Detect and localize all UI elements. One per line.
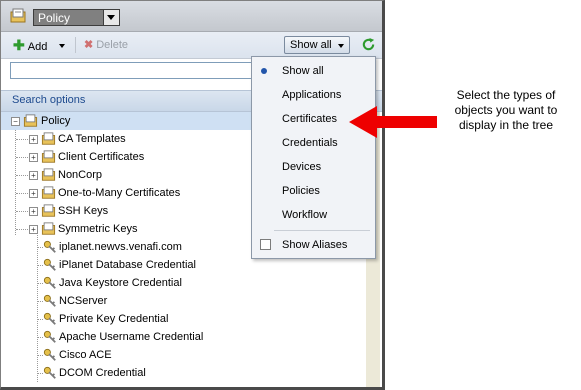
- tree-credential-label: iPlanet Database Credential: [59, 259, 196, 271]
- tree-folder-label: SSH Keys: [58, 205, 109, 217]
- tree-credential-label: Apache Username Credential: [59, 331, 204, 343]
- menu-item-label: Show all: [282, 65, 324, 77]
- expand-icon[interactable]: +: [29, 135, 38, 144]
- credential-key-icon: [43, 312, 56, 325]
- toolbar-divider: [75, 37, 76, 53]
- policy-selector[interactable]: Policy: [33, 9, 120, 26]
- show-all-label: Show all: [290, 39, 332, 51]
- credential-key-icon: [43, 330, 56, 343]
- expand-icon[interactable]: +: [29, 153, 38, 162]
- delete-button[interactable]: ✖ Delete: [84, 37, 128, 53]
- callout-line: objects you want to: [454, 103, 558, 117]
- tree-connector: [16, 229, 28, 230]
- expand-icon[interactable]: +: [29, 171, 38, 180]
- tree-credential-label: DCOM Credential: [59, 367, 146, 379]
- tree-connector: [37, 229, 38, 382]
- policy-folder-icon: [23, 114, 38, 127]
- tree-credential-label: NCServer: [59, 295, 108, 307]
- menu-item-policies[interactable]: Policies: [252, 179, 375, 203]
- tree-credential-label: Private Key Credential: [59, 313, 169, 325]
- tree-folder-label: CA Templates: [58, 133, 126, 145]
- tree-folder-label: Client Certificates: [58, 151, 145, 163]
- refresh-icon[interactable]: [361, 37, 376, 52]
- policy-folder-icon: [41, 222, 56, 235]
- menu-item-label: Policies: [282, 185, 320, 197]
- menu-item-workflow[interactable]: Workflow: [252, 203, 375, 227]
- callout-arrow-icon: [349, 106, 437, 138]
- add-button[interactable]: ✚ Add: [13, 37, 47, 53]
- show-all-button[interactable]: Show all: [284, 36, 350, 54]
- policy-folder-icon: [41, 150, 56, 163]
- top-bar: Policy: [1, 1, 382, 32]
- add-label: Add: [27, 41, 48, 53]
- tree-connector: [15, 124, 16, 235]
- callout-text: Select the types of objects you want to …: [436, 88, 576, 133]
- selected-radio-icon: [261, 68, 267, 74]
- show-filter-menu: Show all Applications Certificates Crede…: [251, 56, 376, 259]
- chevron-down-icon: [338, 44, 344, 48]
- menu-item-label: Workflow: [282, 209, 328, 221]
- policy-folder-icon: [41, 186, 56, 199]
- tree-connector: [16, 139, 28, 140]
- policy-folder-icon: [41, 132, 56, 145]
- credential-key-icon: [43, 276, 56, 289]
- tree-connector: [16, 211, 28, 212]
- toolbar: ✚ Add ✖ Delete Show all: [1, 32, 382, 59]
- collapse-icon[interactable]: −: [11, 117, 20, 126]
- policy-folder-icon: [10, 8, 26, 23]
- menu-item-show-all[interactable]: Show all: [252, 59, 375, 83]
- show-aliases-checkbox[interactable]: [260, 239, 271, 250]
- tree-folder-label: One-to-Many Certificates: [58, 187, 181, 199]
- expand-icon[interactable]: +: [29, 207, 38, 216]
- tree-credential-label: Cisco ACE: [59, 349, 112, 361]
- credential-key-icon: [43, 294, 56, 307]
- menu-item-label: Devices: [282, 161, 322, 173]
- credential-key-icon: [43, 240, 56, 253]
- add-dropdown-icon[interactable]: [59, 44, 65, 48]
- policy-folder-icon: [41, 168, 56, 181]
- menu-item-label: Certificates: [282, 113, 338, 125]
- callout-line: Select the types of: [456, 88, 556, 102]
- expand-icon[interactable]: +: [29, 189, 38, 198]
- tree-connector: [16, 193, 28, 194]
- menu-item-label: Credentials: [282, 137, 338, 149]
- credential-key-icon: [43, 366, 56, 379]
- tree-connector: [16, 175, 28, 176]
- tree-folder-label: NonCorp: [58, 169, 103, 181]
- delete-label: Delete: [96, 39, 129, 51]
- tree-credential-label: iplanet.newvs.venafi.com: [59, 241, 182, 253]
- policy-selector-value: Policy: [38, 11, 71, 25]
- expand-icon[interactable]: +: [29, 225, 38, 234]
- credential-key-icon: [43, 348, 56, 361]
- tree-root-label: Policy: [41, 115, 71, 127]
- callout-line: display in the tree: [458, 118, 554, 132]
- menu-divider: [274, 230, 370, 231]
- delete-icon: ✖: [84, 39, 94, 51]
- plus-icon: ✚: [13, 37, 25, 53]
- tree-connector: [16, 157, 28, 158]
- search-options-label: Search options: [12, 94, 86, 106]
- chevron-down-icon[interactable]: [103, 10, 119, 25]
- menu-item-label: Applications: [282, 89, 342, 101]
- tree-credential-label: Java Keystore Credential: [59, 277, 182, 289]
- tree-folder-label: Symmetric Keys: [58, 223, 138, 235]
- menu-item-devices[interactable]: Devices: [252, 155, 375, 179]
- search-input[interactable]: [10, 62, 260, 79]
- menu-item-show-aliases[interactable]: Show Aliases: [252, 233, 375, 257]
- policy-folder-icon: [41, 204, 56, 217]
- credential-key-icon: [43, 258, 56, 271]
- menu-item-label: Show Aliases: [282, 239, 348, 251]
